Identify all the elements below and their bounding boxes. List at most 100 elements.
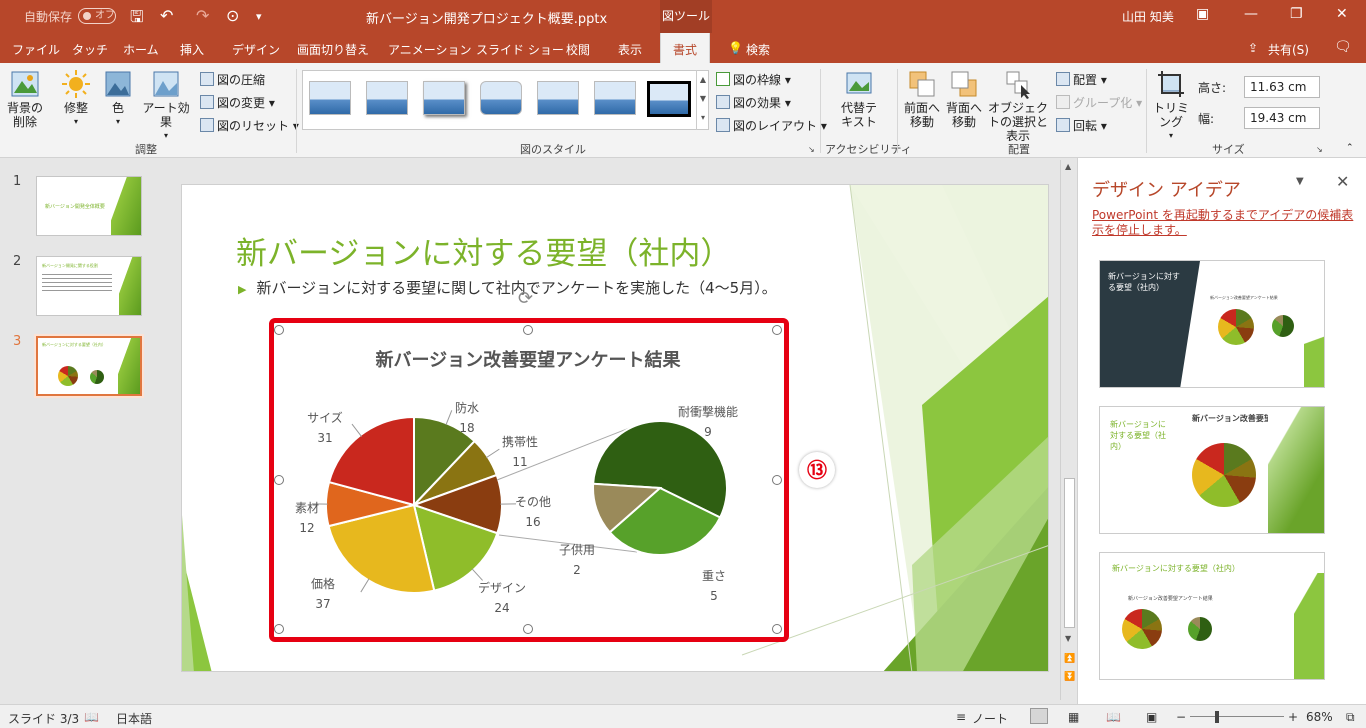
minimize-icon[interactable]: — (1244, 6, 1258, 22)
picture-style-1[interactable] (309, 81, 351, 115)
tab-review[interactable]: 校閲 (566, 41, 590, 58)
width-input[interactable]: 19.43 cm (1244, 107, 1320, 129)
ribbon-display-icon[interactable]: ▣ (1196, 6, 1209, 22)
fit-slide-icon[interactable]: ⧉ (1346, 710, 1355, 725)
scroll-down-icon[interactable]: ▼ (1065, 634, 1071, 643)
slide-bullet[interactable]: ▶ 新バージョンに対する要望に関して社内でアンケートを実施した（4〜5月）。 (238, 277, 777, 298)
slide-title[interactable]: 新バージョンに対する要望（社内） (236, 228, 731, 273)
tell-me-search[interactable]: 検索 (746, 41, 770, 58)
tab-view[interactable]: 表示 (618, 41, 642, 58)
size-launcher-icon[interactable]: ↘ (1316, 145, 1323, 154)
resize-handle[interactable] (274, 475, 284, 485)
crop-button[interactable]: トリミング ▾ (1150, 69, 1192, 143)
restart-suggestions-link[interactable]: PowerPoint を再起動するまでアイデアの候補表示を停止します。 (1092, 208, 1354, 238)
notes-button[interactable]: ノート (972, 710, 1008, 727)
design-idea-3[interactable]: 新バージョンに対する要望（社内） 新バージョン改善要望アンケート結果 (1099, 552, 1325, 680)
resize-handle[interactable] (523, 624, 533, 634)
tab-touch[interactable]: タッチ (72, 41, 108, 58)
share-button[interactable]: 共有(S) (1268, 41, 1309, 58)
picture-border-button[interactable]: 図の枠線 ▾ (716, 71, 791, 88)
pane-options-icon[interactable]: ▼ (1296, 176, 1304, 187)
redo-icon[interactable]: ↷ (196, 6, 209, 25)
tab-design[interactable]: デザイン (232, 41, 280, 58)
resize-handle[interactable] (772, 624, 782, 634)
reset-picture-button[interactable]: 図のリセット ▾ (200, 117, 299, 134)
tab-home[interactable]: ホーム (123, 41, 159, 58)
scroll-up-icon[interactable]: ▲ (1065, 162, 1071, 171)
picture-effects-button[interactable]: 図の効果 ▾ (716, 94, 791, 111)
corrections-button[interactable]: 修整 ▾ (56, 69, 96, 129)
close-icon[interactable]: ✕ (1336, 6, 1348, 22)
height-input[interactable]: 11.63 cm (1244, 76, 1320, 98)
customize-qat-icon[interactable]: ▾ (256, 10, 262, 23)
next-slide-icon[interactable]: ⏬ (1064, 672, 1075, 682)
slide-sorter-icon[interactable]: ▦ (1068, 710, 1079, 724)
picture-style-4[interactable] (480, 81, 522, 115)
collapse-ribbon-icon[interactable]: ⌃ (1346, 143, 1354, 153)
slide-thumbnail-2[interactable]: 新バージョン開発に関する役割 (36, 256, 142, 316)
previous-slide-icon[interactable]: ⏫ (1064, 654, 1075, 664)
notes-icon[interactable]: ≡ (956, 710, 966, 724)
autosave-toggle[interactable]: オフ (78, 8, 116, 24)
send-backward-button[interactable]: 背面へ移動 (944, 69, 984, 129)
gallery-scroll[interactable]: ▲ ▼ ▾ (696, 70, 709, 130)
picture-style-7-selected[interactable] (647, 81, 691, 117)
color-button[interactable]: 色 ▾ (102, 69, 134, 129)
reset-picture-icon (200, 118, 214, 132)
zoom-slider[interactable] (1190, 716, 1284, 717)
resize-handle[interactable] (274, 624, 284, 634)
comments-icon[interactable]: 🗨 (1334, 39, 1352, 55)
picture-style-6[interactable] (594, 81, 636, 115)
change-picture-button[interactable]: 図の変更 ▾ (200, 94, 275, 111)
bring-forward-button[interactable]: 前面へ移動 (902, 69, 942, 129)
group-button[interactable]: グループ化 ▾ (1056, 94, 1142, 111)
resize-handle[interactable] (772, 475, 782, 485)
tab-transitions[interactable]: 画面切り替え (297, 41, 369, 58)
slideshow-icon[interactable]: ▣ (1146, 710, 1157, 724)
language[interactable]: 日本語 (116, 710, 152, 727)
pane-close-icon[interactable]: ✕ (1336, 172, 1349, 191)
remove-background-button[interactable]: 背景の削除 (4, 69, 46, 129)
resize-handle[interactable] (274, 325, 284, 335)
rotate-button[interactable]: 回転 ▾ (1056, 117, 1107, 134)
undo-icon[interactable]: ↶ (160, 6, 173, 25)
slide-scrollbar[interactable]: ▲ ▼ ⏫ ⏬ (1060, 160, 1077, 700)
picture-style-5[interactable] (537, 81, 579, 115)
compress-pictures-button[interactable]: 図の圧縮 (200, 71, 265, 88)
tab-format[interactable]: 書式 (660, 33, 711, 63)
presenter-icon[interactable]: ⊙ (226, 6, 239, 25)
picture-layout-button[interactable]: 図のレイアウト ▾ (716, 117, 827, 134)
user-name[interactable]: 山田 知美 (1122, 8, 1174, 25)
pie-chart[interactable]: 新バージョン改善要望アンケート結果防水 18携帯性 11その他 16デザイン 24価格 3… (277, 330, 779, 630)
spelling-icon[interactable]: 📖 (84, 710, 99, 724)
restore-icon[interactable]: ❐ (1290, 6, 1303, 22)
tab-animations[interactable]: アニメーション (388, 41, 472, 58)
save-icon[interactable]: 🖫 (130, 6, 144, 33)
design-idea-2[interactable]: 新バージョンに対する要望（社内） 新バージョン改善要望アンケート結果 (1099, 406, 1325, 534)
resize-handle[interactable] (523, 325, 533, 335)
picture-style-3[interactable] (423, 81, 465, 115)
scrollbar-thumb[interactable] (1064, 478, 1075, 628)
tab-insert[interactable]: 挿入 (180, 41, 204, 58)
chart-title[interactable]: 新バージョン改善要望アンケート結果 (376, 349, 682, 371)
resize-handle[interactable] (772, 325, 782, 335)
slide-thumbnail-3-selected[interactable]: 新バージョンに対する要望（社内） (34, 334, 144, 398)
zoom-in-icon[interactable]: + (1288, 710, 1298, 724)
artistic-effects-button[interactable]: アート効果 ▾ (138, 69, 194, 143)
align-button[interactable]: 配置 ▾ (1056, 71, 1107, 88)
selection-pane-button[interactable]: オブジェクトの選択と表示 (984, 69, 1052, 143)
design-idea-1[interactable]: 新バージョンに対する要望（社内） 新バージョン改善要望アンケート結果 (1099, 260, 1325, 388)
zoom-slider-thumb[interactable] (1215, 711, 1219, 723)
rotate-handle-icon[interactable]: ⟳ (518, 288, 533, 309)
step-number-badge: ⑬ (799, 452, 835, 488)
styles-launcher-icon[interactable]: ↘ (808, 145, 815, 154)
alt-text-button[interactable]: 代替テキスト (836, 69, 882, 129)
slide-thumbnail-1[interactable]: 新バージョン開発全体概要 (36, 176, 142, 236)
tab-file[interactable]: ファイル (12, 41, 60, 58)
normal-view-icon[interactable] (1030, 708, 1048, 724)
picture-style-2[interactable] (366, 81, 408, 115)
zoom-level[interactable]: 68% (1306, 710, 1333, 724)
reading-view-icon[interactable]: 📖 (1106, 710, 1121, 724)
tab-slideshow[interactable]: スライド ショー (476, 41, 564, 58)
zoom-out-icon[interactable]: − (1176, 710, 1186, 724)
